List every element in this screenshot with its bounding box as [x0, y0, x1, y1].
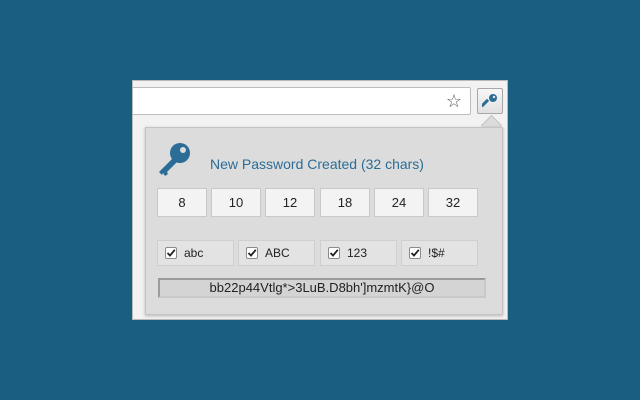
key-icon [482, 94, 497, 108]
symbols-checkbox[interactable] [409, 247, 421, 259]
length-button-12[interactable]: 12 [265, 188, 315, 217]
password-extension-button[interactable] [477, 88, 503, 114]
length-button-8[interactable]: 8 [157, 188, 207, 217]
character-options: abc ABC 123 !$# [157, 240, 481, 266]
password-popup: New Password Created (32 chars) 8 10 12 … [145, 127, 503, 315]
option-label: abc [184, 246, 204, 260]
key-icon [159, 143, 190, 176]
option-numbers[interactable]: 123 [320, 240, 397, 266]
option-uppercase[interactable]: ABC [238, 240, 315, 266]
checkmark-icon [166, 249, 176, 257]
desktop-background: ☆ New Password Created (32 chars) 8 10 1… [0, 0, 640, 400]
checkmark-icon [329, 249, 339, 257]
length-button-32[interactable]: 32 [428, 188, 478, 217]
browser-window: ☆ New Password Created (32 chars) 8 10 1… [132, 80, 508, 320]
popup-title: New Password Created (32 chars) [210, 156, 424, 172]
numbers-checkbox[interactable] [328, 247, 340, 259]
length-button-18[interactable]: 18 [320, 188, 370, 217]
uppercase-checkbox[interactable] [246, 247, 258, 259]
option-label: 123 [347, 246, 368, 260]
browser-toolbar: ☆ [133, 81, 507, 123]
checkmark-icon [247, 249, 257, 257]
option-label: !$# [428, 246, 445, 260]
option-symbols[interactable]: !$# [401, 240, 478, 266]
length-button-10[interactable]: 10 [211, 188, 261, 217]
option-label: ABC [265, 246, 290, 260]
generated-password-field[interactable]: bb22p44Vtlg*>3LuB.D8bh']mzmtK}@O [158, 278, 486, 298]
star-icon[interactable]: ☆ [444, 91, 464, 111]
address-bar[interactable]: ☆ [133, 87, 471, 115]
option-lowercase[interactable]: abc [157, 240, 234, 266]
page-content-edge [133, 123, 137, 133]
length-button-24[interactable]: 24 [374, 188, 424, 217]
checkmark-icon [410, 249, 420, 257]
length-selector: 8 10 12 18 24 32 [157, 188, 481, 218]
lowercase-checkbox[interactable] [165, 247, 177, 259]
